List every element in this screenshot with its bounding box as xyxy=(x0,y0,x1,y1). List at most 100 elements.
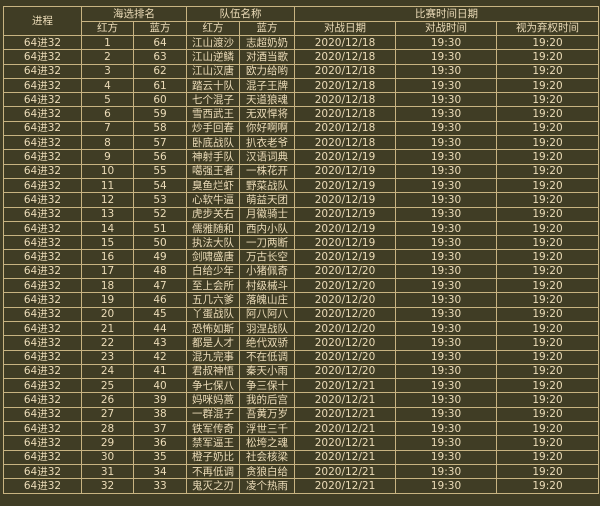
match-date-cell: 2020/12/18 xyxy=(294,106,396,122)
forfeit-time-cell: 19:20 xyxy=(496,92,599,108)
match-time-cell: 19:30 xyxy=(395,406,497,423)
team-red-cell: 五几六爹 xyxy=(186,292,240,308)
seed-blue-cell: 49 xyxy=(133,249,187,265)
forfeit-time-cell: 19:20 xyxy=(496,120,599,137)
match-date-cell: 2020/12/20 xyxy=(294,306,396,322)
seed-blue-cell: 62 xyxy=(133,63,187,79)
seed-red-cell: 3 xyxy=(81,63,134,79)
match-date-cell: 2020/12/20 xyxy=(294,278,396,294)
team-blue-cell: 不在低调 xyxy=(239,349,295,365)
team-red-cell: 剑啸盛唐 xyxy=(186,249,240,265)
table-row: 64进32 20 45 丫蛋战队 阿八阿八 2020/12/20 19:30 19:20 xyxy=(3,306,599,322)
forfeit-time-cell: 19:20 xyxy=(496,163,599,179)
seed-blue-cell: 44 xyxy=(133,320,187,337)
table-row: 64进32 15 50 执法大队 一刀两断 2020/12/19 19:30 19:20 xyxy=(3,235,599,251)
team-red-cell: 执法大队 xyxy=(186,235,240,251)
seed-blue-cell: 64 xyxy=(133,34,187,51)
match-time-cell: 19:30 xyxy=(395,235,497,251)
team-red-cell: 儒雅随和 xyxy=(186,220,240,237)
team-blue-cell: 汉语词典 xyxy=(239,149,295,165)
match-time-cell: 19:30 xyxy=(395,421,497,437)
seed-red-cell: 19 xyxy=(81,292,134,308)
forfeit-time-cell: 19:20 xyxy=(496,349,599,365)
seed-group-header: 海选排名 xyxy=(81,6,187,22)
stage-cell: 64进32 xyxy=(3,49,82,65)
forfeit-time-cell: 19:20 xyxy=(496,263,599,280)
team-blue-cell: 松垮之魂 xyxy=(239,435,295,451)
match-date-cell: 2020/12/19 xyxy=(294,149,396,165)
match-time-cell: 19:30 xyxy=(395,34,497,51)
match-date-cell: 2020/12/18 xyxy=(294,34,396,51)
seed-red-cell: 20 xyxy=(81,306,134,322)
forfeit-time-cell: 19:20 xyxy=(496,106,599,122)
seed-blue-cell: 61 xyxy=(133,77,187,94)
forfeit-time-cell: 19:20 xyxy=(496,392,599,408)
seed-red-cell: 24 xyxy=(81,363,134,380)
stage-cell: 64进32 xyxy=(3,421,82,437)
seed-red-cell: 12 xyxy=(81,192,134,208)
stage-cell: 64进32 xyxy=(3,449,82,465)
seed-blue-cell: 35 xyxy=(133,449,187,465)
seed-blue-cell: 51 xyxy=(133,220,187,237)
stage-cell: 64进32 xyxy=(3,149,82,165)
seed-blue-cell: 33 xyxy=(133,478,187,494)
header-row-sub: 红方 蓝方 红方 蓝方 对战日期 对战时间 视为弃权时间 xyxy=(4,20,599,36)
team-red-cell: 恐怖如斯 xyxy=(186,320,240,337)
table-row: 64进32 13 52 虎步关右 月徽骑士 2020/12/19 19:30 19:20 xyxy=(3,206,599,222)
team-blue-cell: 我的后宫 xyxy=(239,392,295,408)
match-date-cell: 2020/12/19 xyxy=(294,235,396,251)
stage-cell: 64进32 xyxy=(3,263,82,280)
match-time-cell: 19:30 xyxy=(395,292,497,308)
team-blue-cell: 萌益天团 xyxy=(239,192,295,208)
team-blue-cell: 对酒当歌 xyxy=(239,49,295,65)
forfeit-time-cell: 19:20 xyxy=(496,306,599,322)
team-red-cell: 心软牛逼 xyxy=(186,192,240,208)
match-date-cell: 2020/12/21 xyxy=(294,449,396,465)
match-date-cell: 2020/12/20 xyxy=(294,263,396,280)
team-red-cell: 江山渡沙 xyxy=(186,34,240,51)
forfeit-time-cell: 19:20 xyxy=(496,63,599,79)
match-date-cell: 2020/12/21 xyxy=(294,406,396,423)
seed-blue-cell: 63 xyxy=(133,49,187,65)
match-time-cell: 19:30 xyxy=(395,320,497,337)
stage-cell: 64进32 xyxy=(3,435,82,451)
forfeit-time-cell: 19:20 xyxy=(496,421,599,437)
seed-red-cell: 23 xyxy=(81,349,134,365)
stage-cell: 64进32 xyxy=(3,463,82,480)
team-red-cell: 神射手队 xyxy=(186,149,240,165)
seed-blue-cell: 38 xyxy=(133,406,187,423)
seed-red-cell: 1 xyxy=(81,34,134,51)
team-red-cell: 铁军传奇 xyxy=(186,421,240,437)
seed-blue-cell: 47 xyxy=(133,278,187,294)
stage-cell: 64进32 xyxy=(3,335,82,351)
team-blue-cell: 争三保十 xyxy=(239,378,295,394)
forfeit-time-cell: 19:20 xyxy=(496,435,599,451)
team-blue-cell: 吾黄万岁 xyxy=(239,406,295,423)
team-red-cell: 虎步关右 xyxy=(186,206,240,222)
match-time-cell: 19:30 xyxy=(395,177,497,194)
forfeit-time-cell: 19:20 xyxy=(496,235,599,251)
seed-red-cell: 22 xyxy=(81,335,134,351)
seed-blue-cell: 54 xyxy=(133,177,187,194)
seed-blue-cell: 48 xyxy=(133,263,187,280)
stage-cell: 64进32 xyxy=(3,306,82,322)
stage-cell: 64进32 xyxy=(3,120,82,137)
seed-red-cell: 13 xyxy=(81,206,134,222)
match-date-cell: 2020/12/19 xyxy=(294,249,396,265)
table-row: 64进32 8 57 卧底战队 扒衣老爷 2020/12/18 19:30 19:20 xyxy=(3,135,599,151)
stage-cell: 64进32 xyxy=(3,478,82,494)
forfeit-time-cell: 19:20 xyxy=(496,378,599,394)
match-date-header: 对战日期 xyxy=(294,20,396,36)
stage-cell: 64进32 xyxy=(3,106,82,122)
forfeit-time-cell: 19:20 xyxy=(496,192,599,208)
match-time-cell: 19:30 xyxy=(395,263,497,280)
table-row: 64进32 27 38 一群混子 吾黄万岁 2020/12/21 19:30 19:20 xyxy=(3,406,599,423)
match-time-cell: 19:30 xyxy=(395,220,497,237)
team-blue-cell: 羽涅战队 xyxy=(239,320,295,337)
match-time-cell: 19:30 xyxy=(395,463,497,480)
seed-red-cell: 4 xyxy=(81,77,134,94)
stage-cell: 64进32 xyxy=(3,177,82,194)
match-date-cell: 2020/12/18 xyxy=(294,120,396,137)
team-blue-cell: 阿八阿八 xyxy=(239,306,295,322)
seed-red-cell: 32 xyxy=(81,478,134,494)
